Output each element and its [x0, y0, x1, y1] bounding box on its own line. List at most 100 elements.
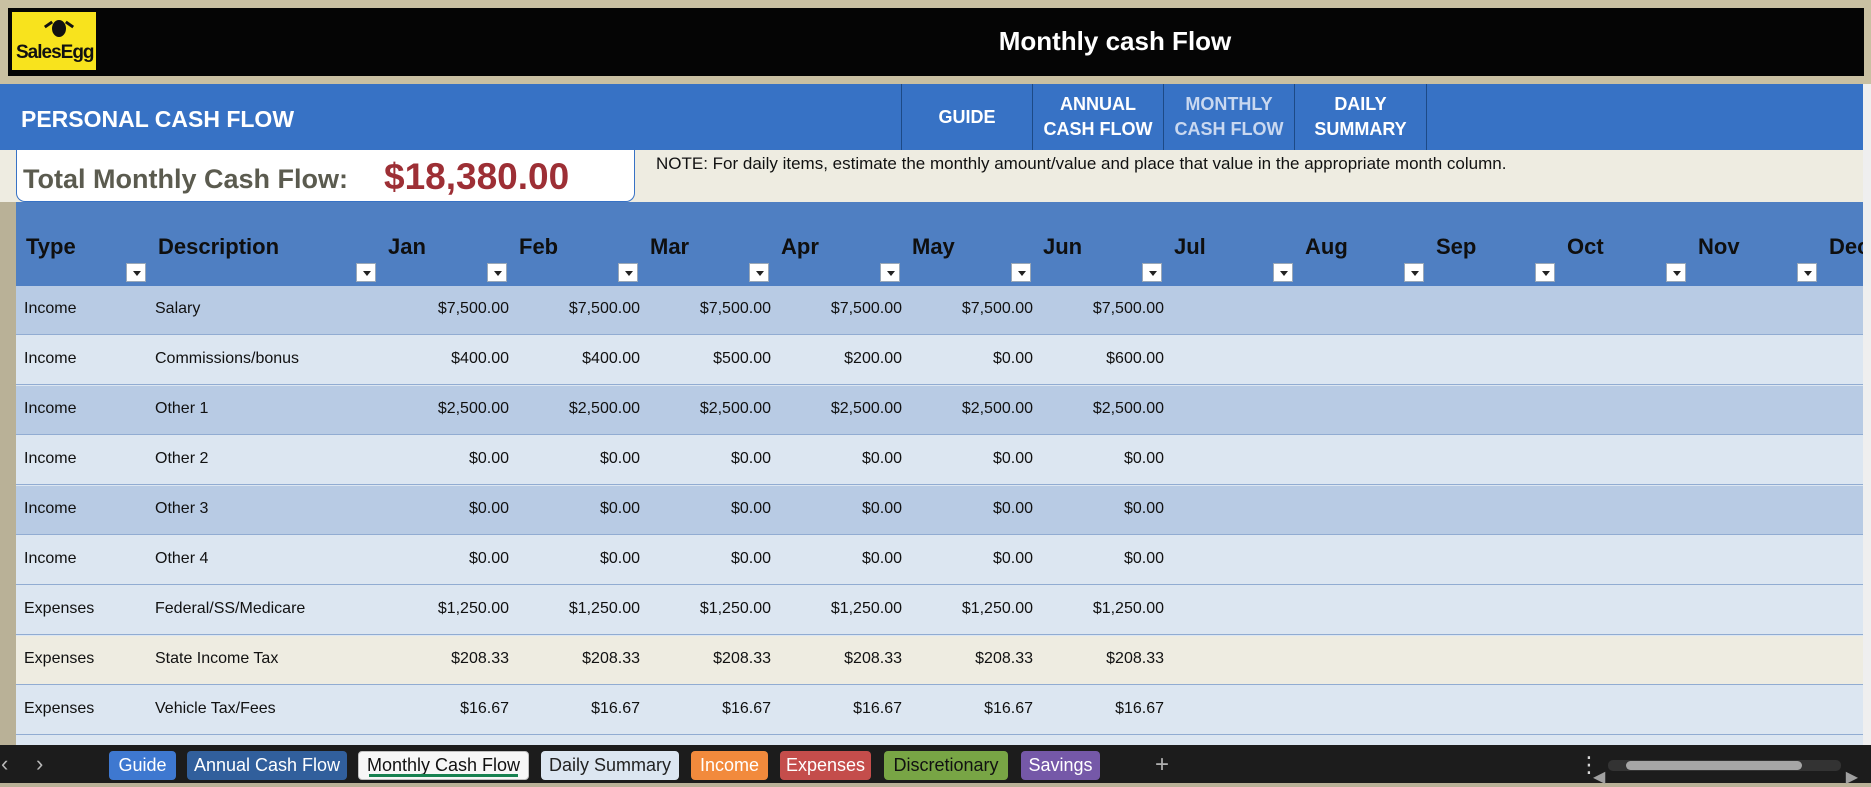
jan-cell[interactable]: $16.67	[389, 700, 509, 718]
type-cell[interactable]: Expenses	[24, 700, 94, 718]
may-cell[interactable]: $0.00	[913, 550, 1033, 568]
sheet-tab-savings[interactable]: Savings	[1021, 751, 1100, 780]
nav-tab-guide[interactable]: GUIDE	[901, 84, 1032, 150]
feb-cell[interactable]: $0.00	[520, 550, 640, 568]
jan-cell[interactable]: $0.00	[389, 450, 509, 468]
apr-cell[interactable]: $2,500.00	[782, 400, 902, 418]
mar-cell[interactable]: $0.00	[651, 550, 771, 568]
nav-tab-daily-summary[interactable]: DAILY SUMMARY	[1294, 84, 1426, 150]
description-cell[interactable]: Commissions/bonus	[155, 350, 299, 368]
type-cell[interactable]: Income	[24, 300, 76, 318]
apr-cell[interactable]: $0.00	[782, 550, 902, 568]
jun-cell[interactable]: $208.33	[1044, 650, 1164, 668]
nav-tab-monthly-cash-flow[interactable]: MONTHLY CASH FLOW	[1163, 84, 1294, 150]
description-cell[interactable]: Other 4	[155, 550, 208, 568]
description-cell[interactable]: Other 3	[155, 500, 208, 518]
may-cell[interactable]: $7,500.00	[913, 300, 1033, 318]
filter-dropdown-icon[interactable]	[1404, 263, 1424, 282]
apr-cell[interactable]: $200.00	[782, 350, 902, 368]
jun-cell[interactable]: $600.00	[1044, 350, 1164, 368]
jun-cell[interactable]: $2,500.00	[1044, 400, 1164, 418]
jun-cell[interactable]: $16.67	[1044, 700, 1164, 718]
mar-cell[interactable]: $500.00	[651, 350, 771, 368]
horizontal-scrollbar[interactable]: ◀ ▶	[1593, 760, 1858, 786]
filter-dropdown-icon[interactable]	[1535, 263, 1555, 282]
jun-cell[interactable]: $0.00	[1044, 550, 1164, 568]
jun-cell[interactable]: $1,250.00	[1044, 600, 1164, 618]
sheet-tab-expenses[interactable]: Expenses	[780, 751, 871, 780]
description-cell[interactable]: Vehicle Tax/Fees	[155, 700, 276, 718]
may-cell[interactable]: $16.67	[913, 700, 1033, 718]
filter-dropdown-icon[interactable]	[356, 263, 376, 282]
filter-dropdown-icon[interactable]	[1273, 263, 1293, 282]
filter-dropdown-icon[interactable]	[880, 263, 900, 282]
mar-cell[interactable]: $1,250.00	[651, 600, 771, 618]
filter-dropdown-icon[interactable]	[126, 263, 146, 282]
plus-icon[interactable]: +	[1155, 751, 1169, 779]
apr-cell[interactable]: $0.00	[782, 450, 902, 468]
type-cell[interactable]: Income	[24, 450, 76, 468]
jun-cell[interactable]: $0.00	[1044, 450, 1164, 468]
may-cell[interactable]: $0.00	[913, 500, 1033, 518]
chevron-left-icon[interactable]: ◀	[1593, 767, 1605, 787]
may-cell[interactable]: $1,250.00	[913, 600, 1033, 618]
filter-dropdown-icon[interactable]	[1797, 263, 1817, 282]
sheet-tab-annual-cash-flow[interactable]: Annual Cash Flow	[187, 751, 347, 780]
description-cell[interactable]: Salary	[155, 300, 200, 318]
description-cell[interactable]: Federal/SS/Medicare	[155, 600, 305, 618]
apr-cell[interactable]: $0.00	[782, 500, 902, 518]
may-cell[interactable]: $208.33	[913, 650, 1033, 668]
feb-cell[interactable]: $0.00	[520, 450, 640, 468]
feb-cell[interactable]: $2,500.00	[520, 400, 640, 418]
apr-cell[interactable]: $7,500.00	[782, 300, 902, 318]
mar-cell[interactable]: $0.00	[651, 450, 771, 468]
jan-cell[interactable]: $208.33	[389, 650, 509, 668]
type-cell[interactable]: Income	[24, 500, 76, 518]
chevron-right-icon[interactable]: ›	[36, 753, 43, 775]
type-cell[interactable]: Expenses	[24, 600, 94, 618]
sheet-tab-income[interactable]: Income	[691, 751, 768, 780]
type-cell[interactable]: Income	[24, 400, 76, 418]
sheet-tab-discretionary[interactable]: Discretionary	[884, 751, 1008, 780]
mar-cell[interactable]: $208.33	[651, 650, 771, 668]
feb-cell[interactable]: $7,500.00	[520, 300, 640, 318]
filter-dropdown-icon[interactable]	[487, 263, 507, 282]
sheet-tab-daily-summary[interactable]: Daily Summary	[541, 751, 679, 780]
scrollbar-thumb[interactable]	[1626, 761, 1802, 770]
mar-cell[interactable]: $2,500.00	[651, 400, 771, 418]
filter-dropdown-icon[interactable]	[618, 263, 638, 282]
chevron-right-icon[interactable]: ▶	[1846, 767, 1858, 787]
feb-cell[interactable]: $208.33	[520, 650, 640, 668]
jan-cell[interactable]: $2,500.00	[389, 400, 509, 418]
feb-cell[interactable]: $16.67	[520, 700, 640, 718]
apr-cell[interactable]: $1,250.00	[782, 600, 902, 618]
mar-cell[interactable]: $0.00	[651, 500, 771, 518]
type-cell[interactable]: Expenses	[24, 650, 94, 668]
jan-cell[interactable]: $1,250.00	[389, 600, 509, 618]
filter-dropdown-icon[interactable]	[1142, 263, 1162, 282]
jan-cell[interactable]: $400.00	[389, 350, 509, 368]
mar-cell[interactable]: $16.67	[651, 700, 771, 718]
feb-cell[interactable]: $400.00	[520, 350, 640, 368]
jan-cell[interactable]: $0.00	[389, 550, 509, 568]
type-cell[interactable]: Income	[24, 350, 76, 368]
description-cell[interactable]: Other 2	[155, 450, 208, 468]
sheet-tab-monthly-cash-flow[interactable]: Monthly Cash Flow	[358, 751, 529, 780]
feb-cell[interactable]: $1,250.00	[520, 600, 640, 618]
may-cell[interactable]: $0.00	[913, 350, 1033, 368]
description-cell[interactable]: State Income Tax	[155, 650, 278, 668]
jun-cell[interactable]: $0.00	[1044, 500, 1164, 518]
description-cell[interactable]: Other 1	[155, 400, 208, 418]
type-cell[interactable]: Income	[24, 550, 76, 568]
mar-cell[interactable]: $7,500.00	[651, 300, 771, 318]
jan-cell[interactable]: $7,500.00	[389, 300, 509, 318]
feb-cell[interactable]: $0.00	[520, 500, 640, 518]
may-cell[interactable]: $0.00	[913, 450, 1033, 468]
sheet-tab-guide[interactable]: Guide	[109, 751, 176, 780]
chevron-left-icon[interactable]: ‹	[1, 753, 8, 775]
apr-cell[interactable]: $208.33	[782, 650, 902, 668]
nav-tab-annual-cash-flow[interactable]: ANNUAL CASH FLOW	[1032, 84, 1163, 150]
filter-dropdown-icon[interactable]	[749, 263, 769, 282]
filter-dropdown-icon[interactable]	[1666, 263, 1686, 282]
may-cell[interactable]: $2,500.00	[913, 400, 1033, 418]
